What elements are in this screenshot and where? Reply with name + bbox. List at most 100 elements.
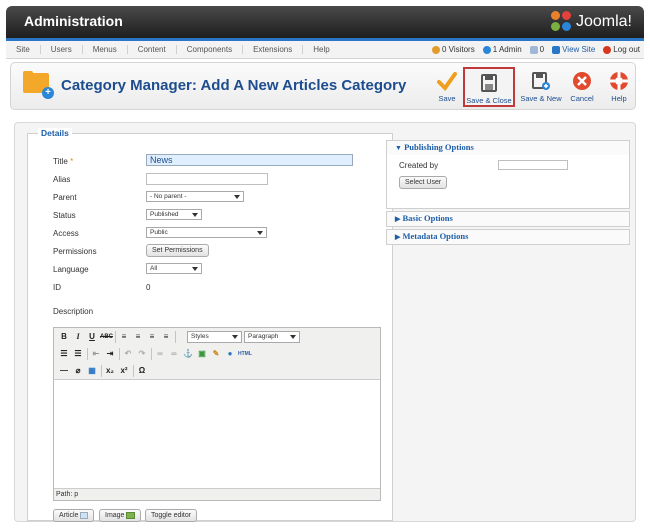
article-button[interactable]: Article bbox=[53, 509, 95, 522]
special-character-icon[interactable]: Ω bbox=[136, 365, 148, 377]
parent-value: - No parent - bbox=[150, 193, 187, 200]
article-icon bbox=[80, 511, 89, 519]
access-label: Access bbox=[53, 229, 79, 238]
parent-label: Parent bbox=[53, 193, 77, 202]
parent-select[interactable]: - No parent - bbox=[146, 191, 244, 202]
save-button[interactable]: Save bbox=[435, 67, 459, 107]
checkmark-icon bbox=[437, 71, 457, 92]
styles-select[interactable]: Styles bbox=[187, 331, 242, 343]
chevron-down-icon bbox=[192, 213, 198, 217]
menu-site[interactable]: Site bbox=[10, 45, 41, 54]
toolbar: + Category Manager: Add A New Articles C… bbox=[10, 62, 636, 110]
title-input[interactable]: News bbox=[146, 154, 353, 166]
link-icon[interactable]: ∞ bbox=[154, 348, 166, 360]
remove-format-icon[interactable]: ⌀ bbox=[72, 365, 84, 377]
styles-value: Styles bbox=[191, 333, 209, 340]
indent-icon[interactable]: ⇥ bbox=[104, 348, 116, 360]
chevron-down-icon bbox=[192, 267, 198, 271]
cancel-button[interactable]: Cancel bbox=[568, 67, 596, 107]
logout-icon bbox=[603, 45, 612, 54]
view-site-link[interactable]: View Site bbox=[552, 45, 595, 54]
basic-options-header[interactable]: ▶ Basic Options bbox=[387, 212, 629, 226]
save-label: Save bbox=[438, 94, 456, 103]
toggle-editor-button[interactable]: Toggle editor bbox=[145, 509, 198, 522]
menu-components[interactable]: Components bbox=[177, 45, 244, 54]
editor-path: Path: p bbox=[54, 488, 380, 500]
created-by-label: Created by bbox=[399, 161, 439, 170]
messages-status[interactable]: 0 bbox=[529, 45, 544, 54]
help-button[interactable]: Help bbox=[607, 67, 631, 107]
menu-users[interactable]: Users bbox=[41, 45, 83, 54]
bullet-list-icon[interactable]: ☰ bbox=[58, 348, 70, 360]
publishing-options-title: Publishing Options bbox=[404, 142, 474, 152]
horizontal-rule-icon[interactable]: — bbox=[58, 365, 70, 377]
save-close-label: Save & Close bbox=[466, 96, 512, 105]
monitor-icon bbox=[552, 45, 561, 54]
help-circle-icon[interactable]: ● bbox=[224, 348, 236, 360]
superscript-icon[interactable]: x² bbox=[118, 365, 130, 377]
set-permissions-button[interactable]: Set Permissions bbox=[146, 244, 209, 257]
lifebuoy-icon bbox=[609, 71, 629, 91]
strikethrough-icon[interactable]: ABC bbox=[100, 331, 113, 343]
created-by-input[interactable] bbox=[498, 160, 568, 170]
language-select[interactable]: All bbox=[146, 263, 202, 274]
image-button[interactable]: Image bbox=[99, 509, 142, 522]
undo-icon[interactable]: ↶ bbox=[122, 348, 134, 360]
visual-aid-icon[interactable]: ▦ bbox=[86, 365, 98, 377]
category-folder-icon: + bbox=[23, 71, 54, 99]
outdent-icon[interactable]: ⇤ bbox=[90, 348, 102, 360]
basic-options-pane[interactable]: ▶ Basic Options bbox=[386, 211, 630, 227]
caret-right-icon: ▶ bbox=[395, 233, 401, 241]
logout-link[interactable]: Log out bbox=[603, 45, 640, 54]
chevron-down-icon bbox=[234, 195, 240, 199]
header-title: Administration bbox=[24, 13, 123, 29]
admin-icon bbox=[482, 45, 491, 54]
html-source-icon[interactable]: HTML bbox=[238, 348, 252, 360]
anchor-icon[interactable]: ⚓ bbox=[182, 348, 194, 360]
numbered-list-icon[interactable]: ☰ bbox=[72, 348, 84, 360]
bold-icon[interactable]: B bbox=[58, 331, 70, 343]
mail-icon bbox=[529, 45, 538, 54]
chevron-down-icon bbox=[290, 335, 296, 339]
save-new-button[interactable]: Save & New bbox=[519, 67, 563, 107]
redo-icon[interactable]: ↷ bbox=[136, 348, 148, 360]
menu-extensions[interactable]: Extensions bbox=[243, 45, 304, 54]
menu-help[interactable]: Help bbox=[303, 45, 339, 54]
required-marker: * bbox=[70, 157, 74, 166]
id-value: 0 bbox=[146, 283, 151, 292]
visitors-status: 0 Visitors bbox=[431, 45, 475, 54]
alias-input[interactable] bbox=[146, 173, 268, 185]
image-icon bbox=[126, 511, 136, 519]
metadata-options-header[interactable]: ▶ Metadata Options bbox=[387, 230, 629, 244]
floppy-disk-plus-icon bbox=[531, 71, 551, 91]
page-title: Category Manager: Add A New Articles Cat… bbox=[61, 77, 407, 94]
insert-image-icon[interactable]: ▣ bbox=[196, 348, 208, 360]
select-user-button[interactable]: Select User bbox=[399, 176, 448, 189]
joomla-logo-text: Joomla! bbox=[575, 13, 632, 30]
align-justify-icon[interactable]: ≡ bbox=[160, 331, 172, 343]
menu-content[interactable]: Content bbox=[128, 45, 177, 54]
image-label: Image bbox=[105, 512, 125, 519]
align-right-icon[interactable]: ≡ bbox=[146, 331, 158, 343]
unlink-icon[interactable]: ∞ bbox=[168, 348, 180, 360]
status-value: Published bbox=[150, 211, 179, 218]
align-left-icon[interactable]: ≡ bbox=[118, 331, 130, 343]
joomla-logo-icon bbox=[550, 11, 573, 33]
subscript-icon[interactable]: x₂ bbox=[104, 365, 116, 377]
italic-icon[interactable]: I bbox=[72, 331, 84, 343]
format-select[interactable]: Paragraph bbox=[244, 331, 300, 343]
editor-content-area[interactable] bbox=[54, 381, 380, 488]
menu-menus[interactable]: Menus bbox=[83, 45, 128, 54]
access-select[interactable]: Public bbox=[146, 227, 267, 238]
editor-toolbar: B I U ABC ≡ ≡ ≡ ≡ Styles Paragraph ☰ ☰ ⇤… bbox=[54, 328, 380, 380]
metadata-options-pane[interactable]: ▶ Metadata Options bbox=[386, 229, 630, 245]
align-center-icon[interactable]: ≡ bbox=[132, 331, 144, 343]
title-label: Title * bbox=[53, 157, 74, 166]
publishing-options-header[interactable]: ▼ Publishing Options bbox=[387, 141, 629, 155]
underline-icon[interactable]: U bbox=[86, 331, 98, 343]
cleanup-icon[interactable]: ✎ bbox=[210, 348, 222, 360]
status-select[interactable]: Published bbox=[146, 209, 202, 220]
save-close-button[interactable]: Save & Close bbox=[463, 67, 515, 107]
publishing-options-body: Created by Select User bbox=[387, 155, 629, 208]
joomla-logo[interactable]: Joomla! bbox=[550, 11, 632, 33]
